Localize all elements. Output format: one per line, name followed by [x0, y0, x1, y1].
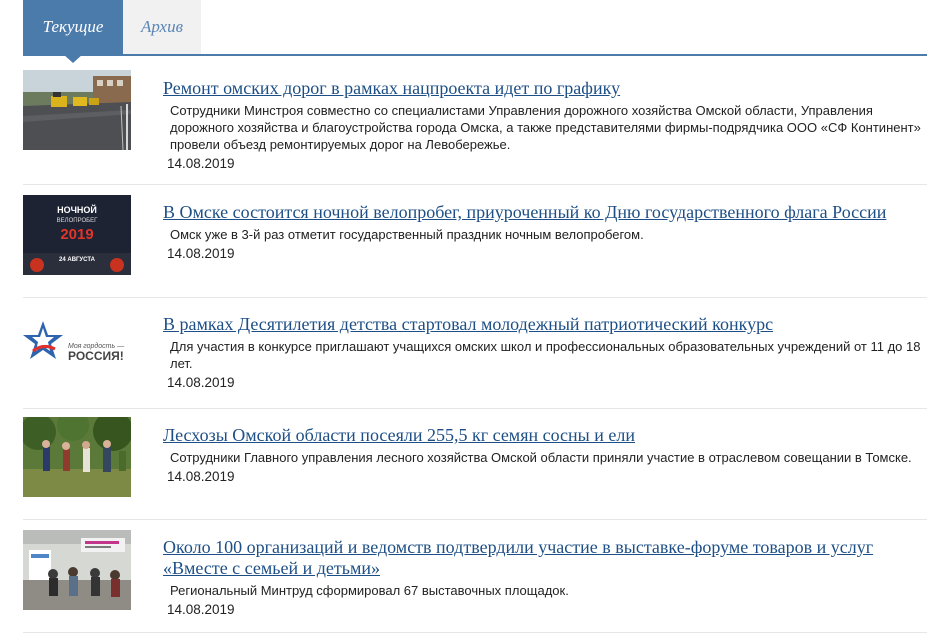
news-title-link[interactable]: Ремонт омских дорог в рамках нацпроекта …	[163, 78, 923, 99]
news-item: Лесхозы Омской области посеяли 255,5 кг …	[23, 409, 927, 520]
news-thumbnail-forest[interactable]	[23, 417, 131, 497]
news-item: Около 100 организаций и ведомств подтвер…	[23, 520, 927, 633]
news-description: Сотрудники Минстроя совместно со специал…	[170, 103, 921, 152]
news-thumbnail-contest[interactable]: Моя гордость — РОССИЯ!	[23, 313, 131, 393]
news-date: 14.08.2019	[167, 246, 235, 261]
news-title-link[interactable]: В рамках Десятилетия детства стартовал м…	[163, 314, 923, 335]
contest-logo: Моя гордость — РОССИЯ!	[23, 313, 131, 393]
news-item: Моя гордость — РОССИЯ! В рамках Десятиле…	[23, 298, 927, 409]
poster-year: 2019	[60, 226, 93, 243]
news-date: 14.08.2019	[167, 469, 235, 484]
news-description: Для участия в конкурсе приглашают учащих…	[170, 339, 921, 371]
news-thumbnail-road[interactable]	[23, 70, 131, 150]
road-paving-photo	[23, 70, 131, 150]
news-date: 14.08.2019	[167, 156, 235, 171]
news-list: Ремонт омских дорог в рамках нацпроекта …	[23, 68, 927, 633]
poster-line1: НОЧНОЙ	[57, 204, 97, 215]
tab-archive[interactable]: Архив	[123, 0, 201, 54]
news-date: 14.08.2019	[167, 602, 235, 617]
news-tabs: Текущие Архив	[23, 0, 927, 63]
news-item: Ремонт омских дорог в рамках нацпроекта …	[23, 68, 927, 185]
news-title-link[interactable]: Около 100 организаций и ведомств подтвер…	[163, 537, 923, 579]
tab-current-label: Текущие	[42, 17, 104, 36]
news-item: НОЧНОЙ ВЕЛОПРОБЕГ 2019 24 АВГУСТА В Омск…	[23, 185, 927, 298]
tab-current[interactable]: Текущие	[23, 0, 123, 63]
logo-line2: РОССИЯ!	[68, 349, 124, 363]
news-text: В Омске состоится ночной велопробег, при…	[163, 202, 923, 261]
news-text: В рамках Десятилетия детства стартовал м…	[163, 314, 923, 390]
news-description: Региональный Минтруд сформировал 67 выст…	[170, 583, 569, 598]
poster-line2: ВЕЛОПРОБЕГ	[57, 218, 98, 224]
news-text: Около 100 организаций и ведомств подтвер…	[163, 537, 923, 617]
news-title-link[interactable]: В Омске состоится ночной велопробег, при…	[163, 202, 923, 223]
news-thumbnail-exhibition[interactable]	[23, 530, 131, 610]
exhibition-hall-photo	[23, 530, 131, 610]
news-description: Омск уже в 3-й раз отметит государственн…	[170, 227, 644, 242]
forest-meeting-photo	[23, 417, 131, 497]
news-text: Лесхозы Омской области посеяли 255,5 кг …	[163, 425, 923, 484]
active-tab-pointer	[63, 54, 83, 63]
news-date: 14.08.2019	[167, 375, 235, 390]
news-text: Ремонт омских дорог в рамках нацпроекта …	[163, 78, 923, 171]
news-description: Сотрудники Главного управления лесного х…	[170, 450, 912, 465]
tab-archive-label: Архив	[141, 17, 183, 36]
poster-date: 24 АВГУСТА	[59, 257, 96, 263]
news-title-link[interactable]: Лесхозы Омской области посеяли 255,5 кг …	[163, 425, 923, 446]
news-thumbnail-bike[interactable]: НОЧНОЙ ВЕЛОПРОБЕГ 2019 24 АВГУСТА	[23, 195, 131, 275]
night-bike-ride-poster: НОЧНОЙ ВЕЛОПРОБЕГ 2019 24 АВГУСТА	[23, 195, 131, 275]
